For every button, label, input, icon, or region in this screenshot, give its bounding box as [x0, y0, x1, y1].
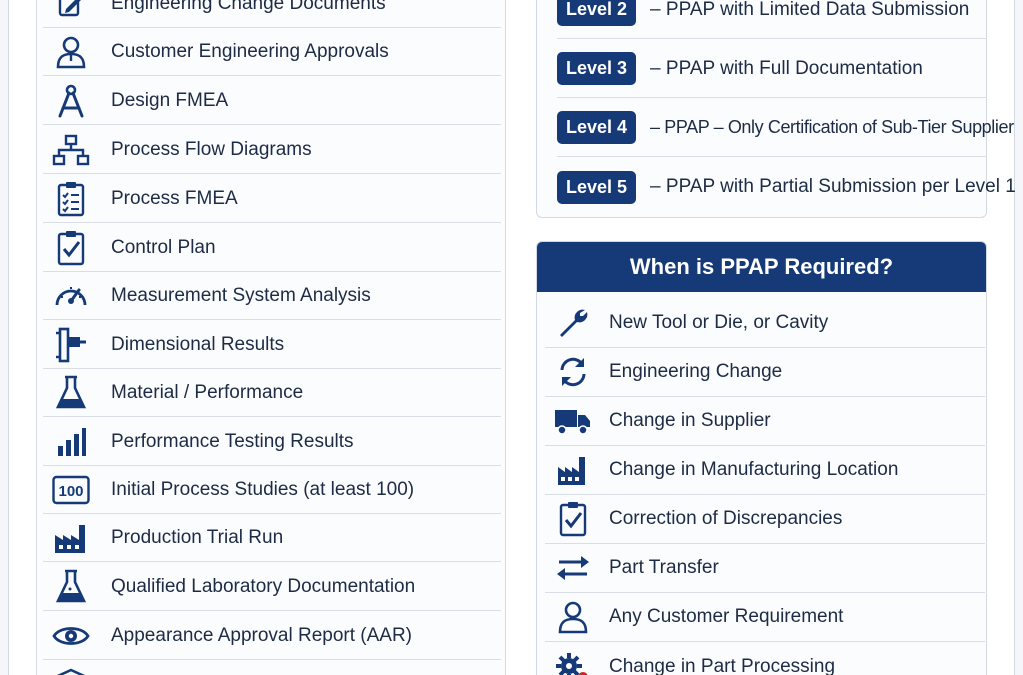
level-description: – PPAP – Only Certification of Sub-Tier … [650, 117, 1014, 137]
requirement-label: Part Transfer [609, 557, 719, 578]
list-item: Material / Performance [43, 369, 501, 417]
panel-title: When is PPAP Required? [537, 242, 986, 292]
document-label: Process FMEA [111, 187, 238, 209]
list-item: Qualified Laboratory Documentation [43, 563, 501, 611]
level-badge: Level 3 [557, 52, 637, 85]
level-badge: Level 2 [557, 0, 637, 26]
gauge-icon [51, 276, 91, 316]
list-item: Engineering Change [545, 348, 985, 397]
requirement-label: Change in Supplier [609, 410, 771, 431]
requirement-label: Correction of Discrepancies [609, 508, 843, 529]
badge-100-icon: 100 [51, 470, 91, 510]
user-icon [51, 32, 91, 72]
list-item: Measurement System Analysis [43, 272, 501, 320]
list-item: Design FMEA [43, 77, 501, 125]
clipboard-check-icon [553, 499, 593, 539]
requirement-label: Any Customer Requirement [609, 606, 844, 627]
list-item: Dimensional Results [43, 321, 501, 369]
clipboard-list-icon [51, 179, 91, 219]
list-item: Process Flow Diagrams [43, 126, 501, 174]
list-item: Performance Testing Results [43, 418, 501, 466]
wrench-icon [553, 303, 593, 343]
list-item: Any Customer Requirement [545, 593, 985, 642]
list-item: New Tool or Die, or Cavity [545, 299, 985, 348]
list-item: Change in Manufacturing Location [545, 446, 985, 495]
caliper-icon [51, 325, 91, 365]
flowchart-icon [51, 130, 91, 170]
factory-icon [553, 450, 593, 490]
requirement-label: Change in Manufacturing Location [609, 459, 899, 480]
eye-icon [51, 616, 91, 656]
list-item: 100 Initial Process Studies (at least 10… [43, 466, 501, 514]
requirement-label: Engineering Change [609, 361, 783, 382]
requirement-label: Change in Part Processing [609, 655, 836, 675]
document-label: Engineering Change Documents [111, 0, 386, 14]
level-badge: Level 4 [557, 111, 637, 144]
bar-chart-icon [51, 422, 91, 462]
document-label: Dimensional Results [111, 333, 285, 355]
document-label: Production Trial Run [111, 526, 284, 548]
document-label: Qualified Laboratory Documentation [111, 575, 416, 597]
level-description: – PPAP with Partial Submission per Level… [650, 176, 1016, 197]
document-label: Initial Process Studies (at least 100) [111, 478, 415, 500]
level-row: Level 2 – PPAP with Limited Data Submiss… [557, 0, 987, 39]
list-item: Correction of Discrepancies [545, 495, 985, 544]
list-item: Customer Engineering Approvals [43, 28, 501, 76]
list-item: Appearance Approval Report (AAR) [43, 612, 501, 660]
list-item: Process FMEA [43, 175, 501, 223]
list-item: Change in Supplier [545, 397, 985, 446]
swap-arrows-icon [553, 548, 593, 588]
document-label: Design FMEA [111, 89, 229, 111]
level-badge: Level 5 [557, 170, 637, 204]
level-description: – PPAP with Limited Data Submission [650, 0, 970, 20]
level-row: Level 3 – PPAP with Full Documentation [557, 40, 987, 98]
shield-icon [51, 664, 91, 675]
level-row: Level 5 – PPAP with Partial Submission p… [557, 158, 1016, 216]
ppap-required-panel: When is PPAP Required? New Tool or Die, … [536, 241, 987, 675]
factory-icon [51, 518, 91, 558]
level-description: – PPAP with Full Documentation [650, 57, 923, 79]
ppap-documents-panel: Engineering Change Documents Customer En… [36, 0, 506, 675]
list-item: Production Trial Run [43, 514, 501, 562]
list-item: Change in Part Processing [545, 642, 985, 675]
gears-icon [553, 647, 593, 675]
document-label: Measurement System Analysis [111, 284, 371, 306]
clipboard-check-icon [51, 228, 91, 268]
level-row: Level 4 – PPAP – Only Certification of S… [557, 99, 1014, 157]
document-label: Customer Engineering Approvals [111, 40, 389, 62]
document-label: Process Flow Diagrams [111, 138, 312, 160]
document-label: Material / Performance [111, 381, 304, 403]
refresh-icon [553, 352, 593, 392]
truck-icon [553, 401, 593, 441]
document-label: Appearance Approval Report (AAR) [111, 624, 412, 646]
compass-icon [51, 81, 91, 121]
requirement-label: New Tool or Die, or Cavity [609, 312, 829, 333]
list-item: Engineering Change Documents [43, 0, 501, 28]
list-item: Part Transfer [545, 544, 985, 593]
pencil-document-icon [51, 0, 91, 24]
submission-levels-panel: Level 2 – PPAP with Limited Data Submiss… [536, 0, 1016, 218]
list-item-partial [43, 660, 501, 675]
flask-icon [51, 373, 91, 413]
document-label: Performance Testing Results [111, 430, 354, 452]
user-icon [553, 597, 593, 637]
document-label: Control Plan [111, 236, 216, 258]
flask-icon [51, 567, 91, 607]
svg-text:100: 100 [58, 483, 83, 500]
list-item: Control Plan [43, 224, 501, 272]
